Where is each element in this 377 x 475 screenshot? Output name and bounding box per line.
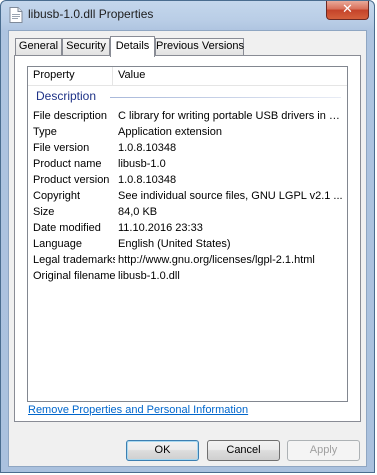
- property-name: Product version: [33, 174, 110, 186]
- list-item[interactable]: File description C library for writing p…: [28, 108, 347, 124]
- property-value: C library for writing portable USB drive…: [118, 110, 344, 122]
- property-name: Language: [33, 238, 82, 250]
- list-item[interactable]: Legal trademarks http://www.gnu.org/lice…: [28, 252, 347, 268]
- property-name: Product name: [33, 158, 102, 170]
- property-name: File version: [33, 142, 90, 154]
- property-name: Original filename: [33, 270, 115, 282]
- property-name: Type: [33, 126, 57, 138]
- property-value: libusb-1.0.dll: [118, 270, 180, 282]
- property-value: 1.0.8.10348: [118, 174, 177, 186]
- list-item[interactable]: Language English (United States): [28, 236, 347, 252]
- property-value: 84,0 KB: [118, 206, 158, 218]
- close-button[interactable]: ✕: [326, 1, 369, 20]
- list-header: Property Value: [28, 67, 347, 86]
- tab-security[interactable]: Security: [62, 38, 110, 55]
- remove-properties-link[interactable]: Remove Properties and Personal Informati…: [28, 404, 248, 416]
- file-icon: [9, 7, 23, 23]
- property-name: File description: [33, 110, 107, 122]
- property-value: 11.10.2016 23:33: [118, 222, 203, 234]
- list-item[interactable]: File version 1.0.8.10348: [28, 140, 347, 156]
- dialog-body: General Security Details Previous Versio…: [8, 30, 367, 467]
- properties-list[interactable]: Property Value Description File descript…: [27, 66, 348, 402]
- property-value: English (United States): [118, 238, 231, 250]
- property-value: Application extension: [118, 126, 222, 138]
- list-item[interactable]: Copyright See individual source files, G…: [28, 188, 347, 204]
- details-panel: Property Value Description File descript…: [14, 55, 361, 422]
- list-item[interactable]: Type Application extension: [28, 124, 347, 140]
- column-header-property[interactable]: Property: [28, 67, 113, 85]
- close-icon: ✕: [342, 2, 353, 17]
- property-value: 1.0.8.10348: [118, 142, 177, 154]
- window-title: libusb-1.0.dll Properties: [28, 7, 154, 21]
- property-name: Date modified: [33, 222, 101, 234]
- group-header-description[interactable]: Description: [36, 88, 96, 104]
- tab-general[interactable]: General: [15, 38, 62, 55]
- list-item[interactable]: Product name libusb-1.0: [28, 156, 347, 172]
- ok-button[interactable]: OK: [126, 440, 199, 461]
- list-item[interactable]: Size 84,0 KB: [28, 204, 347, 220]
- column-header-value[interactable]: Value: [113, 67, 145, 85]
- list-item[interactable]: Product version 1.0.8.10348: [28, 172, 347, 188]
- properties-window: libusb-1.0.dll Properties ✕ General Secu…: [0, 0, 375, 473]
- title-bar[interactable]: libusb-1.0.dll Properties ✕: [1, 1, 374, 29]
- list-item[interactable]: Date modified 11.10.2016 23:33: [28, 220, 347, 236]
- apply-button: Apply: [287, 440, 360, 461]
- property-value: See individual source files, GNU LGPL v2…: [118, 190, 343, 202]
- group-divider: [110, 97, 341, 98]
- property-value: libusb-1.0: [118, 158, 166, 170]
- tab-details[interactable]: Details: [110, 36, 155, 57]
- tab-previous-versions[interactable]: Previous Versions: [155, 38, 244, 55]
- property-name: Legal trademarks: [33, 254, 115, 266]
- property-name: Copyright: [33, 190, 81, 202]
- cancel-button[interactable]: Cancel: [207, 440, 280, 461]
- list-item[interactable]: Original filename libusb-1.0.dll: [28, 268, 347, 284]
- property-name: Size: [33, 206, 55, 218]
- property-value: http://www.gnu.org/licenses/lgpl-2.1.htm…: [118, 254, 315, 266]
